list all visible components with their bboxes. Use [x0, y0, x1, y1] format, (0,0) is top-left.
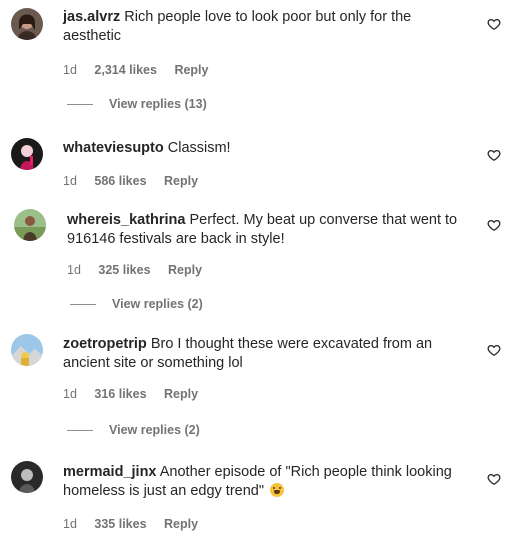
- comment-text: mermaid_jinx Another episode of "Rich pe…: [63, 463, 463, 501]
- comment-likes[interactable]: 2,314 likes: [94, 63, 157, 77]
- view-replies-label: View replies (2): [109, 423, 200, 437]
- comment-time: 1d: [63, 63, 77, 77]
- replies-divider: [70, 303, 96, 305]
- view-replies-label: View replies (2): [112, 297, 203, 311]
- comment-likes[interactable]: 586 likes: [94, 174, 146, 188]
- view-replies-label: View replies (13): [109, 97, 207, 111]
- replies-divider: [67, 429, 93, 431]
- reply-button[interactable]: Reply: [174, 63, 208, 77]
- comment-meta: 1d 335 likes Reply: [63, 517, 212, 531]
- heart-outline-icon[interactable]: [487, 17, 501, 31]
- avatar[interactable]: [14, 209, 46, 241]
- comment-time: 1d: [63, 387, 77, 401]
- comment-username[interactable]: zoetropetrip: [63, 336, 147, 352]
- comment-username[interactable]: whateviesupto: [63, 140, 164, 156]
- comment-text: whereis_kathrina Perfect. My beat up con…: [67, 211, 467, 249]
- heart-outline-icon[interactable]: [487, 472, 501, 486]
- replies-divider: [67, 103, 93, 105]
- comment-body: Classism!: [167, 140, 231, 156]
- comment-time: 1d: [63, 517, 77, 531]
- weary-face-emoji: [270, 483, 285, 497]
- reply-button[interactable]: Reply: [164, 174, 198, 188]
- comment-meta: 1d 325 likes Reply: [67, 263, 216, 277]
- view-replies-button[interactable]: View replies (2): [70, 297, 203, 311]
- reply-button[interactable]: Reply: [164, 517, 198, 531]
- avatar[interactable]: [11, 138, 43, 170]
- comment-meta: 1d 316 likes Reply: [63, 387, 212, 401]
- heart-outline-icon[interactable]: [487, 218, 501, 232]
- avatar[interactable]: [11, 461, 43, 493]
- comment-meta: 1d 586 likes Reply: [63, 174, 212, 188]
- comment-text: whateviesupto Classism!: [63, 139, 463, 158]
- reply-button[interactable]: Reply: [164, 387, 198, 401]
- avatar[interactable]: [11, 334, 43, 366]
- comment-time: 1d: [67, 263, 81, 277]
- comment-likes[interactable]: 316 likes: [94, 387, 146, 401]
- comment-time: 1d: [63, 174, 77, 188]
- reply-button[interactable]: Reply: [168, 263, 202, 277]
- comment-username[interactable]: mermaid_jinx: [63, 464, 157, 480]
- comment-text: zoetropetrip Bro I thought these were ex…: [63, 335, 463, 373]
- comment-username[interactable]: jas.alvrz: [63, 9, 120, 25]
- avatar[interactable]: [11, 8, 43, 40]
- heart-outline-icon[interactable]: [487, 343, 501, 357]
- heart-outline-icon[interactable]: [487, 148, 501, 162]
- comment-meta: 1d 2,314 likes Reply: [63, 63, 222, 77]
- comment-likes[interactable]: 325 likes: [98, 263, 150, 277]
- comment-text: jas.alvrz Rich people love to look poor …: [63, 8, 463, 46]
- comment-likes[interactable]: 335 likes: [94, 517, 146, 531]
- comment-username[interactable]: whereis_kathrina: [67, 212, 185, 228]
- view-replies-button[interactable]: View replies (13): [67, 97, 207, 111]
- view-replies-button[interactable]: View replies (2): [67, 423, 200, 437]
